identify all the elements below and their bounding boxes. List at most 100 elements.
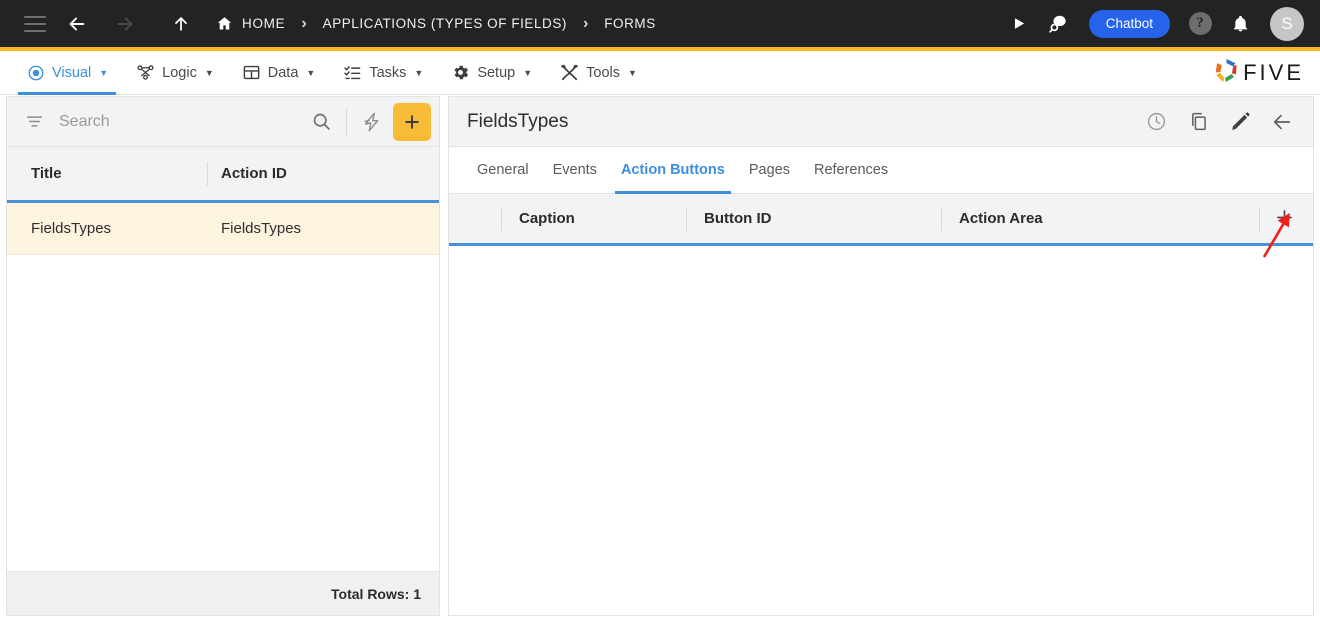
eye-icon: [26, 63, 45, 82]
breadcrumb-label-applications[interactable]: APPLICATIONS (TYPES OF FIELDS): [323, 16, 567, 31]
page-title: FieldsTypes: [467, 111, 1131, 133]
logic-nodes-icon: [136, 63, 155, 82]
nav-item-setup[interactable]: Setup ▼: [437, 51, 546, 95]
tab-action-buttons[interactable]: Action Buttons: [609, 147, 737, 194]
column-separator: [686, 207, 687, 231]
chevron-down-icon: ▼: [306, 68, 315, 78]
breadcrumb-label-home: HOME: [242, 16, 285, 31]
hamburger-icon[interactable]: [24, 16, 46, 32]
nav-label-tasks: Tasks: [369, 65, 406, 81]
toolbar-divider: [346, 109, 347, 135]
arrow-right-icon[interactable]: [108, 7, 142, 41]
nav-active-underline: [18, 92, 116, 95]
five-brand: FIVE: [1213, 51, 1304, 95]
breadcrumb-separator-2: ›: [583, 15, 588, 33]
nav-item-data[interactable]: Data ▼: [228, 51, 330, 95]
tab-pages-label: Pages: [749, 162, 790, 178]
plus-icon: [1274, 207, 1295, 233]
column-header-action-id[interactable]: Action ID: [221, 146, 421, 202]
tab-pages[interactable]: Pages: [737, 147, 802, 194]
table-row[interactable]: FieldsTypes FieldsTypes: [7, 203, 439, 255]
main-nav: Visual ▼ Logic ▼ Data ▼: [0, 51, 1320, 95]
chevron-down-icon: ▼: [205, 68, 214, 78]
column-separator: [941, 207, 942, 231]
column-header-button-id[interactable]: Button ID: [704, 193, 959, 245]
chevron-down-icon: ▼: [628, 68, 637, 78]
search-icon[interactable]: [306, 107, 336, 137]
right-detail-panel: FieldsTypes: [448, 96, 1314, 616]
filter-icon[interactable]: [23, 111, 45, 133]
top-bar: HOME › APPLICATIONS (TYPES OF FIELDS) › …: [0, 0, 1320, 47]
column-separator: [1259, 208, 1260, 232]
detail-tabs: General Events Action Buttons Pages Refe…: [449, 147, 1313, 194]
edit-pencil-icon[interactable]: [1223, 105, 1257, 139]
help-icon[interactable]: ?: [1180, 4, 1220, 44]
cell-title: FieldsTypes: [31, 203, 221, 255]
nav-label-visual: Visual: [52, 65, 91, 81]
breadcrumb-label-forms[interactable]: FORMS: [604, 16, 656, 31]
tab-general[interactable]: General: [465, 147, 541, 194]
app-root: HOME › APPLICATIONS (TYPES OF FIELDS) › …: [0, 0, 1320, 622]
nav-item-visual[interactable]: Visual ▼: [12, 51, 122, 95]
nav-item-logic[interactable]: Logic ▼: [122, 51, 228, 95]
back-arrow-icon[interactable]: [1265, 105, 1299, 139]
tab-references-label: References: [814, 162, 888, 178]
tab-events[interactable]: Events: [541, 147, 609, 194]
five-star-logo-icon: [1213, 57, 1240, 89]
avatar-initial: S: [1281, 14, 1292, 34]
column-header-action-area[interactable]: Action Area: [959, 193, 1199, 245]
column-header-action-id-label: Action ID: [221, 165, 287, 182]
checklist-icon: [343, 63, 362, 82]
chevron-down-icon: ▼: [414, 68, 423, 78]
left-panel-footer: Total Rows: 1: [7, 571, 439, 615]
chevron-down-icon: ▼: [523, 68, 532, 78]
arrow-left-icon[interactable]: [60, 7, 94, 41]
left-table-body: FieldsTypes FieldsTypes: [7, 203, 439, 571]
arrow-up-icon[interactable]: [164, 7, 198, 41]
top-bar-actions: Chatbot ? S: [999, 0, 1304, 47]
action-buttons-table-body: [449, 246, 1313, 615]
breadcrumb-separator-1: ›: [301, 15, 306, 33]
five-wordmark: FIVE: [1243, 60, 1304, 86]
tab-references[interactable]: References: [802, 147, 900, 194]
cell-action-id: FieldsTypes: [221, 203, 421, 255]
left-table-header: Title Action ID: [7, 147, 439, 203]
column-header-title[interactable]: Title: [31, 146, 221, 202]
avatar[interactable]: S: [1270, 7, 1304, 41]
history-clock-icon[interactable]: [1139, 105, 1173, 139]
column-header-caption[interactable]: Caption: [519, 193, 704, 245]
nav-label-tools: Tools: [586, 65, 620, 81]
bell-icon[interactable]: [1220, 4, 1260, 44]
tab-events-label: Events: [553, 162, 597, 178]
tab-action-buttons-label: Action Buttons: [621, 162, 725, 178]
nav-label-logic: Logic: [162, 65, 197, 81]
column-header-caption-label: Caption: [519, 210, 575, 227]
copy-icon[interactable]: [1181, 105, 1215, 139]
gear-icon: [451, 63, 470, 82]
nav-label-data: Data: [268, 65, 299, 81]
breadcrumb-home[interactable]: HOME: [216, 15, 285, 32]
detail-header: FieldsTypes: [449, 97, 1313, 147]
help-glyph: ?: [1189, 12, 1212, 35]
column-separator: [501, 207, 502, 231]
total-rows-label: Total Rows: 1: [331, 586, 421, 602]
home-icon: [216, 15, 233, 32]
nav-item-tasks[interactable]: Tasks ▼: [329, 51, 437, 95]
column-header-action-area-label: Action Area: [959, 210, 1043, 227]
search-input[interactable]: [59, 113, 306, 131]
lightning-bolt-icon[interactable]: [357, 107, 387, 137]
nav-item-tools[interactable]: Tools ▼: [546, 51, 651, 95]
tab-general-label: General: [477, 162, 529, 178]
chat-search-icon[interactable]: [1039, 4, 1079, 44]
add-action-button-plus[interactable]: [1259, 194, 1295, 246]
table-grid-icon: [242, 63, 261, 82]
chatbot-label: Chatbot: [1106, 16, 1153, 31]
search-toolbar: [7, 97, 439, 147]
chevron-down-icon: ▼: [99, 68, 108, 78]
action-buttons-table-header: Caption Button ID Action Area: [449, 194, 1313, 246]
add-record-button[interactable]: [393, 103, 431, 141]
column-separator: [207, 162, 208, 186]
chatbot-button[interactable]: Chatbot: [1089, 10, 1170, 38]
left-list-panel: Title Action ID FieldsTypes FieldsTypes …: [6, 96, 440, 616]
play-icon[interactable]: [999, 4, 1039, 44]
